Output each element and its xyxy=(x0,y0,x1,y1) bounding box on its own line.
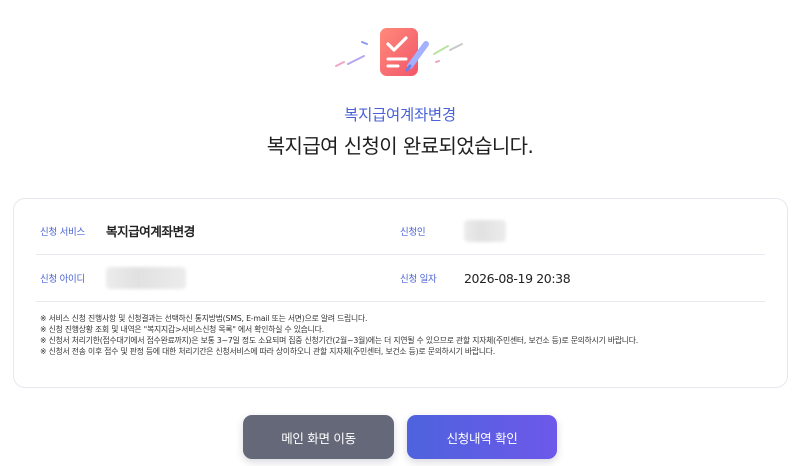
completion-message: 복지급여 신청이 완료되었습니다. xyxy=(266,134,534,158)
application-details: 신청 서비스 복지급여계좌변경 신청인 신청 아이디 신청 일자 2026-08… xyxy=(36,207,765,302)
date-field: 신청 일자 2026-08-19 20:38 xyxy=(400,255,571,301)
application-summary-card: 신청 서비스 복지급여계좌변경 신청인 신청 아이디 신청 일자 2026-08… xyxy=(13,198,788,388)
date-label: 신청 일자 xyxy=(400,274,437,285)
completion-hero xyxy=(0,0,800,190)
applicant-field: 신청인 xyxy=(400,207,506,254)
view-history-button[interactable]: 신청내역 확인 xyxy=(407,415,557,459)
go-main-button[interactable]: 메인 화면 이동 xyxy=(243,415,394,459)
applicant-name-redacted xyxy=(464,219,506,242)
notice-item: ※ 신청서 전송 이후 접수 및 판정 등에 대한 처리기간은 신청서비스에 따… xyxy=(40,347,496,356)
clipboard-check-icon xyxy=(335,28,463,76)
service-value: 복지급여계좌변경 xyxy=(106,224,195,239)
notice-list: ※ 서비스 신청 진행사항 및 신청결과는 선택하신 통지방법(SMS, E-m… xyxy=(40,313,767,357)
details-row: 신청 서비스 복지급여계좌변경 신청인 xyxy=(36,207,765,255)
applicant-label: 신청인 xyxy=(400,226,426,238)
notice-item: ※ 서비스 신청 진행사항 및 신청결과는 선택하신 통지방법(SMS, E-m… xyxy=(40,314,368,323)
date-value: 2026-08-19 20:38 xyxy=(464,270,571,286)
details-row: 신청 아이디 신청 일자 2026-08-19 20:38 xyxy=(36,255,765,302)
service-name-heading: 복지급여계좌변경 xyxy=(344,106,456,124)
notice-item: ※ 신청서 처리기한(접수대기에서 접수완료까지)은 보통 3~7일 정도 소요… xyxy=(40,336,639,345)
service-field: 신청 서비스 복지급여계좌변경 xyxy=(40,207,195,254)
notice-item: ※ 신청 진행상황 조회 및 내역은 "복지지갑>서비스신청 목록" 에서 확인… xyxy=(40,325,324,334)
applicant-id-field: 신청 아이디 xyxy=(40,255,186,301)
applicant-id-redacted xyxy=(106,267,186,289)
applicant-id-label: 신청 아이디 xyxy=(40,274,85,285)
service-label: 신청 서비스 xyxy=(40,226,85,238)
